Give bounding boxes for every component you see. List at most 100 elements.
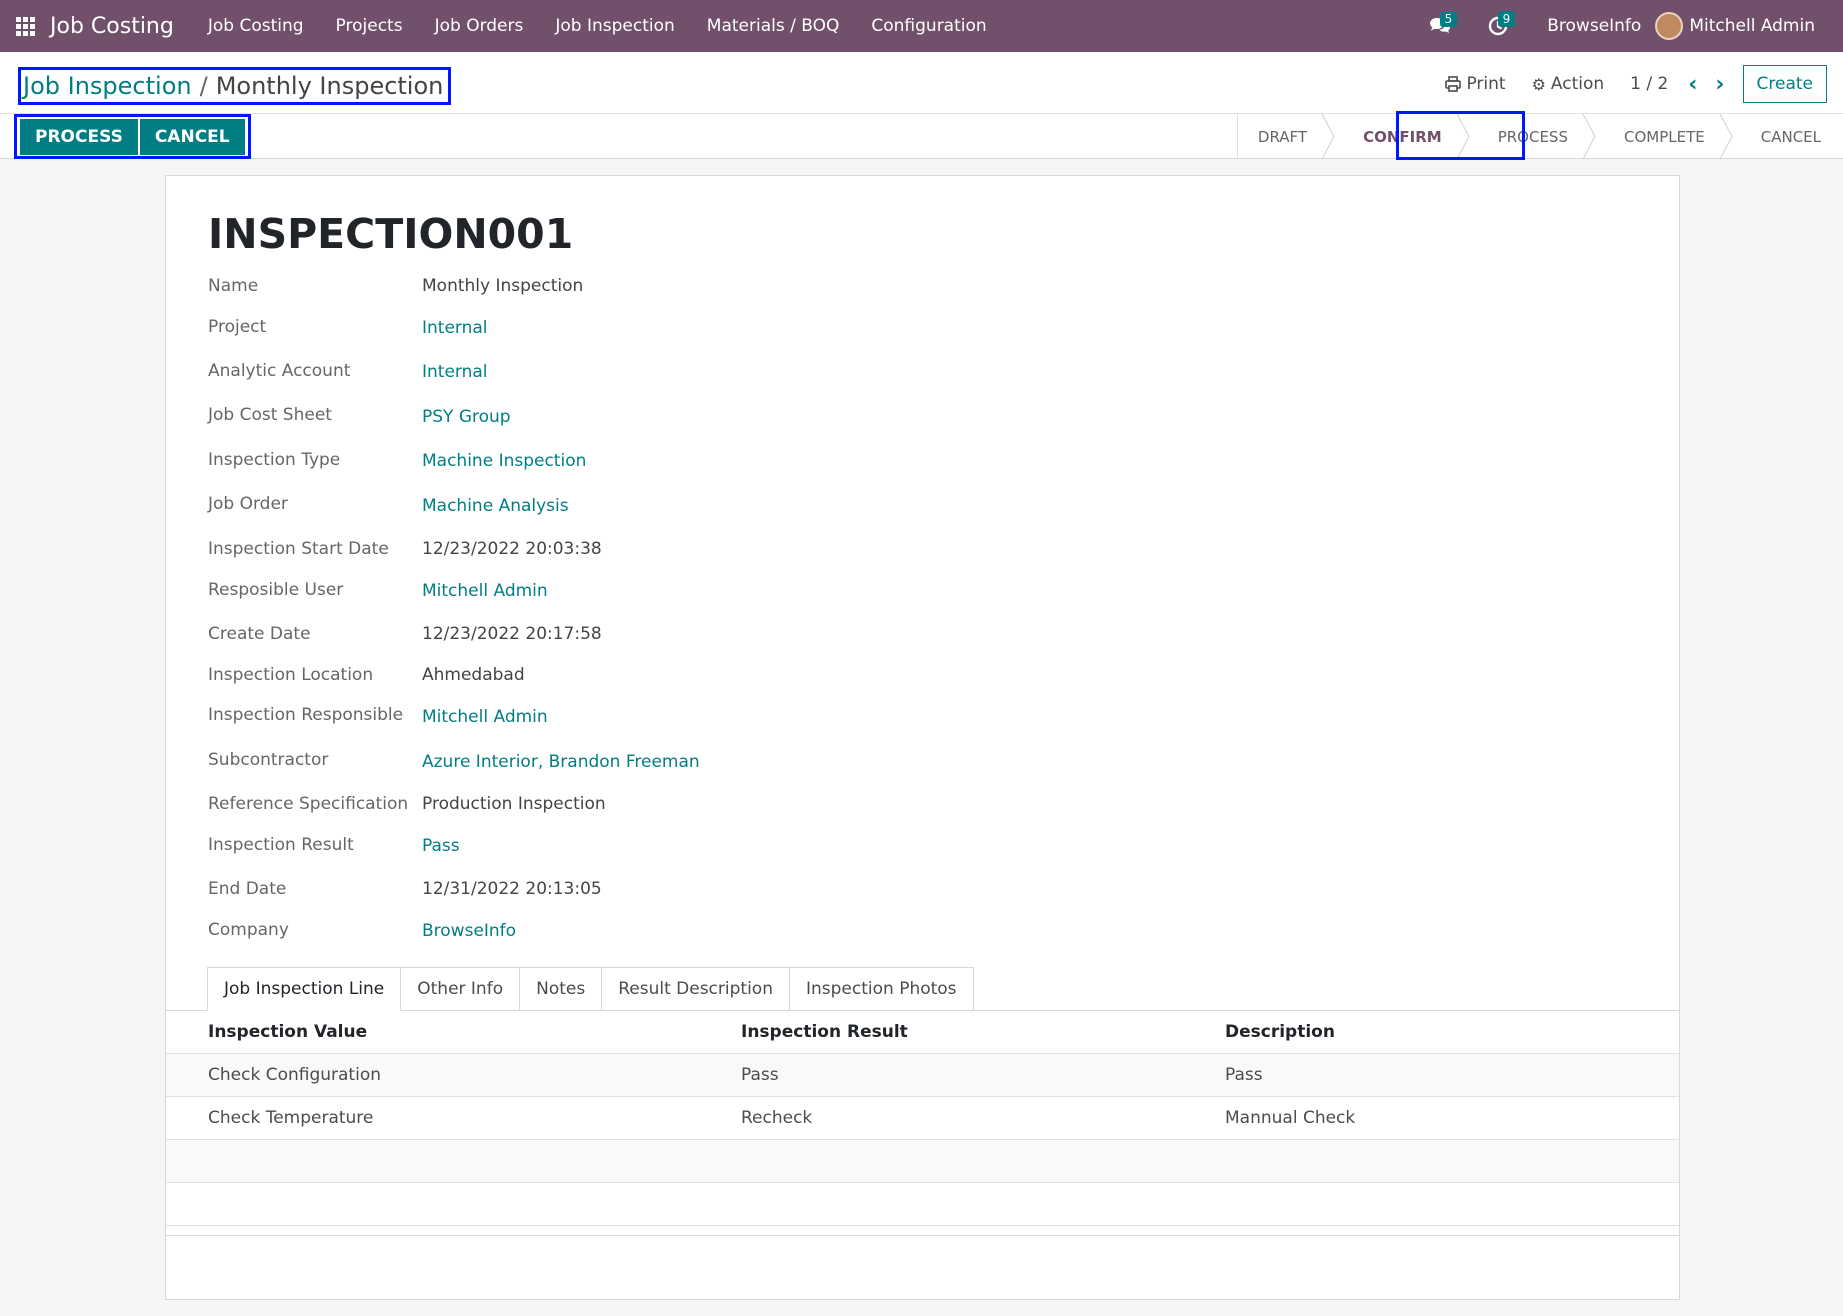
table-cell: Recheck [741,1108,813,1128]
field-label: Inspection Responsible [208,705,404,725]
breadcrumb: Job Inspection / Monthly Inspection [18,67,452,105]
field-label: End Date [208,879,287,899]
tab-job-inspection-line[interactable]: Job Inspection Line [207,967,402,1011]
stage-label: PROCESS [1497,127,1568,146]
column-header[interactable]: Description [1225,1022,1335,1042]
field-label: Name [208,276,259,296]
field-label: Create Date [208,624,311,644]
action-label: Action [1550,74,1605,94]
field-value-inspection-result[interactable]: Pass [422,836,460,856]
column-header[interactable]: Inspection Value [208,1022,367,1042]
empty-row [166,1183,1679,1226]
field-label: Inspection Result [208,835,354,855]
field-label: Project [208,317,267,337]
activities-button[interactable]: 9 [1475,0,1521,52]
stage-draft[interactable]: DRAFT [1238,114,1335,159]
field-value-create-date: 12/23/2022 20:17:58 [422,624,602,644]
top-navbar: Job Costing Job Costing Projects Job Ord… [0,0,1843,52]
field-value-job-cost-sheet[interactable]: PSY Group [422,407,511,427]
stage-label: CANCEL [1760,127,1821,146]
cancel-button[interactable]: CANCEL [139,118,245,155]
apps-grid-icon[interactable] [0,0,50,52]
create-button[interactable]: Create [1742,65,1827,103]
record-title: INSPECTION001 [208,210,574,258]
stage-label: DRAFT [1257,127,1308,146]
field-label: Analytic Account [208,361,351,381]
menu-item-job-inspection[interactable]: Job Inspection [539,16,690,36]
field-label: Inspection Start Date [208,539,389,559]
table-bottom-border [166,1235,1679,1236]
chevron-left-icon[interactable]: ‹ [1688,72,1697,97]
process-button[interactable]: PROCESS [20,118,138,155]
table-cell: Pass [741,1065,779,1085]
gear-icon: ⚙ [1531,74,1546,94]
field-value-start-date: 12/23/2022 20:03:38 [422,539,602,559]
stage-label: COMPLETE [1623,127,1705,146]
column-header[interactable]: Inspection Result [741,1022,908,1042]
stage-process[interactable]: PROCESS [1464,114,1596,159]
field-value-subcontractor[interactable]: Azure Interior, Brandon Freeman [422,752,700,772]
table-cell: Check Temperature [208,1108,374,1128]
table-row[interactable]: Check Temperature Recheck Mannual Check [166,1097,1679,1140]
user-menu[interactable]: Mitchell Admin [1689,16,1815,36]
field-value-company[interactable]: BrowseInfo [422,921,516,941]
empty-row [166,1140,1679,1183]
activities-badge: 9 [1497,11,1516,27]
control-panel: Job Inspection / Monthly Inspection Prin… [0,52,1843,159]
notebook-tabs: Job Inspection Line Other Info Notes Res… [207,967,974,1011]
field-value-location: Ahmedabad [422,665,525,685]
menu-item-configuration[interactable]: Configuration [855,16,1002,36]
print-button[interactable]: Print [1445,74,1506,94]
action-buttons: PROCESS CANCEL [14,114,251,159]
tab-result-description[interactable]: Result Description [602,967,790,1011]
inspection-lines-table: Inspection Value Inspection Result Descr… [166,1011,1679,1226]
field-label: Subcontractor [208,750,329,770]
breadcrumb-current: Monthly Inspection [215,72,444,100]
field-value-reference-spec: Production Inspection [422,794,606,814]
systray: 5 9 BrowseInfo Mitchell Admin [1417,0,1843,52]
avatar[interactable] [1655,12,1684,40]
pager-value[interactable]: 1 / 2 [1630,74,1668,94]
chevron-right-icon[interactable]: › [1715,72,1724,97]
field-value-project[interactable]: Internal [422,318,488,338]
stage-confirm[interactable]: CONFIRM [1329,114,1470,159]
field-value-name: Monthly Inspection [422,276,584,296]
field-value-analytic-account[interactable]: Internal [422,362,488,382]
tab-other-info[interactable]: Other Info [401,967,521,1011]
field-label: Inspection Location [208,665,374,685]
form-sheet: INSPECTION001 Name Monthly Inspection Pr… [165,175,1680,1300]
field-value-responsible-user[interactable]: Mitchell Admin [422,581,548,601]
field-value-inspection-type[interactable]: Machine Inspection [422,451,586,471]
breadcrumb-separator: / [199,72,208,100]
menu-item-materials-boq[interactable]: Materials / BOQ [691,16,856,36]
status-bar: DRAFT CONFIRM PROCESS COMPLETE CANCEL [1236,114,1843,159]
field-label: Inspection Type [208,450,341,470]
messages-badge: 5 [1439,11,1458,27]
table-cell: Pass [1225,1065,1263,1085]
action-button[interactable]: ⚙ Action [1532,74,1605,94]
stage-label: CONFIRM [1363,127,1442,146]
company-switcher[interactable]: BrowseInfo [1547,16,1641,36]
field-label: Job Order [208,494,288,514]
stage-complete[interactable]: COMPLETE [1590,114,1733,159]
stage-cancel[interactable]: CANCEL [1727,114,1843,159]
table-cell: Check Configuration [208,1065,381,1085]
field-value-end-date: 12/31/2022 20:13:05 [422,879,602,899]
field-value-job-order[interactable]: Machine Analysis [422,496,569,516]
menu-item-projects[interactable]: Projects [320,16,419,36]
menu-item-job-costing[interactable]: Job Costing [192,16,320,36]
menu-item-job-orders[interactable]: Job Orders [419,16,540,36]
field-label: Company [208,920,289,940]
tab-notes[interactable]: Notes [520,967,603,1011]
breadcrumb-parent-link[interactable]: Job Inspection [23,72,192,100]
field-label: Reference Specification [208,794,409,814]
field-label: Resposible User [208,580,344,600]
print-icon [1445,76,1462,92]
table-header: Inspection Value Inspection Result Descr… [166,1011,1679,1054]
field-label: Job Cost Sheet [208,405,332,425]
table-row[interactable]: Check Configuration Pass Pass [166,1054,1679,1097]
field-value-inspection-responsible[interactable]: Mitchell Admin [422,707,548,727]
app-brand[interactable]: Job Costing [50,14,174,39]
messages-button[interactable]: 5 [1417,0,1463,52]
tab-inspection-photos[interactable]: Inspection Photos [789,967,974,1011]
